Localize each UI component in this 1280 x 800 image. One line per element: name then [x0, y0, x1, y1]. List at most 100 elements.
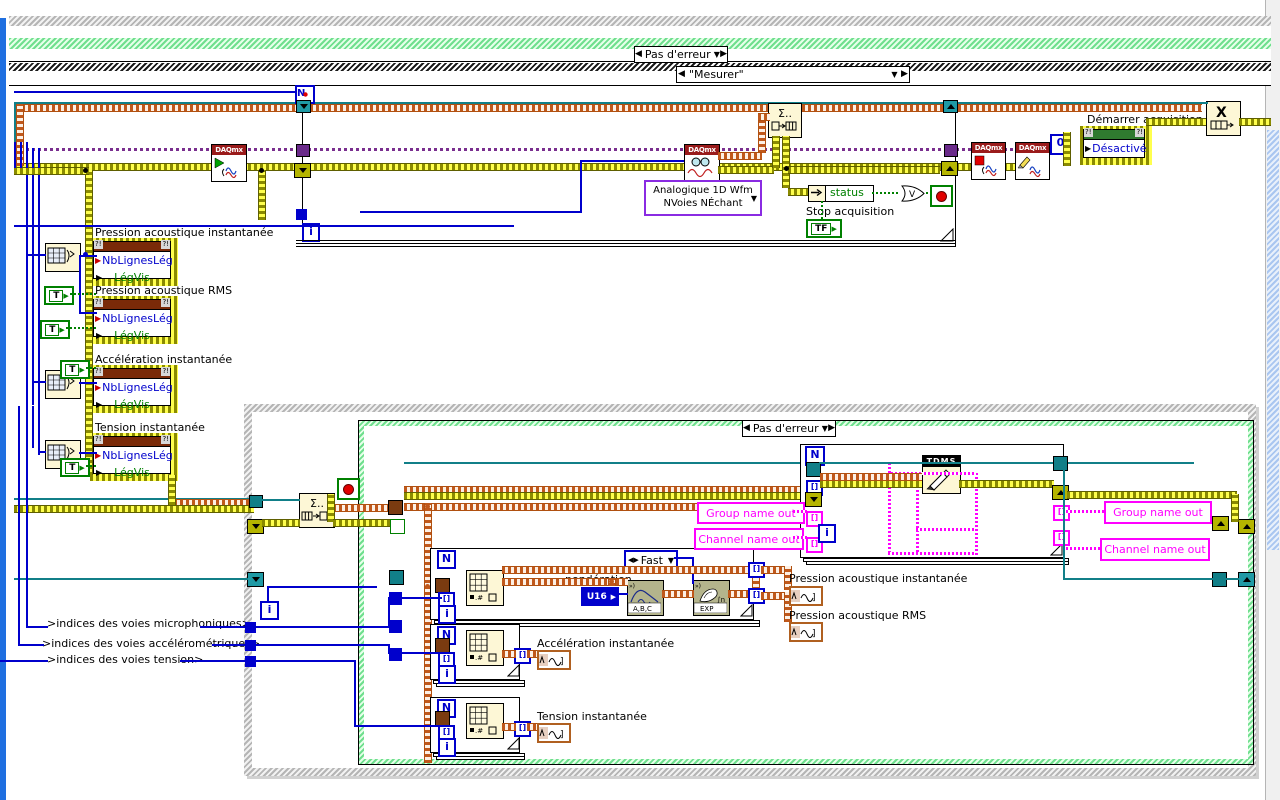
left-scroll-thumb[interactable] [0, 18, 6, 800]
tension-indicator[interactable]: ] [537, 723, 571, 743]
group-name-out-indicator-inner[interactable]: Group name out [697, 502, 805, 524]
for-loop-iteration-i-3[interactable]: i [438, 738, 456, 757]
or-gate-node[interactable]: V [900, 185, 926, 202]
tunnel-indices-tension[interactable] [245, 656, 256, 667]
case-selector-logging-error[interactable]: ◀ Pas d'erreur ▼ ▶ [742, 420, 836, 437]
property-row-nblignesleg[interactable]: ▶ NbLignesLég [94, 310, 173, 327]
for-loop-tunnel-in-2[interactable] [435, 638, 450, 653]
exponential-averaging-node[interactable]: ») ∫n EXP [693, 580, 730, 616]
selector-next-arrow[interactable]: ▶ [900, 68, 909, 81]
chevron-right-icon[interactable]: ▶ [59, 326, 64, 334]
tunnel-indices-accel[interactable] [245, 640, 256, 651]
shift-register-error-right[interactable] [941, 161, 958, 176]
block-diagram-canvas[interactable]: ◀ Pas d'erreur ▼ ▶ ◀ "Mesurer" ▼ ▶ N i D… [0, 0, 1280, 800]
tdms-loop-tunnel-ref[interactable] [806, 462, 821, 477]
index-array-node-2[interactable]: .# [466, 630, 504, 666]
stop-button-control[interactable] [930, 185, 953, 207]
enqueue-element-node[interactable]: Σ.. [768, 103, 802, 138]
polymorphic-vi-selector[interactable]: Analogique 1D Wfm NVoies NÉchant ▼ [644, 180, 762, 216]
stop-acquisition-boolean-constant[interactable]: TF ▶ [806, 219, 842, 238]
left-scroll-strip[interactable] [0, 0, 9, 800]
chevron-right-icon[interactable]: ▶ [831, 225, 836, 233]
selector-prev-arrow[interactable]: ◀ [677, 68, 686, 81]
tunnel-ref-bottom-left2[interactable] [247, 572, 264, 587]
true-constant-2[interactable]: T ▶ [40, 320, 70, 339]
error-indicator-dequeue[interactable] [337, 478, 360, 500]
shift-register-error-left[interactable] [294, 163, 311, 178]
for-loop-iteration-i-2[interactable]: i [438, 665, 456, 684]
index-array-node-1[interactable]: .# [466, 570, 504, 606]
true-constant-3[interactable]: T ▶ [60, 360, 90, 379]
bottom-iteration-terminal-i[interactable]: i [260, 601, 279, 620]
tunnel-err-grey-right[interactable] [1238, 519, 1255, 534]
chevron-down-icon[interactable]: ▼ [751, 192, 757, 206]
tunnel-ref-grey-right[interactable] [1238, 572, 1255, 587]
daqmx-start-task-node[interactable]: DAQmx [211, 144, 247, 182]
property-row-legvis[interactable]: ▶ LégVis [94, 396, 170, 413]
property-node-tension[interactable]: ▶ NbLignesLég ▶ LégVis [93, 435, 173, 479]
chevron-right-icon[interactable]: ▶ [63, 292, 68, 300]
vertical-scrollbar-thumb[interactable] [1267, 130, 1279, 550]
for-loop-iteration-i-1[interactable]: i [438, 605, 456, 624]
tdms-loop-shift-err-left[interactable] [805, 492, 822, 507]
release-queue-node[interactable]: X [1206, 101, 1241, 136]
tunnel-int-green-left2[interactable] [389, 620, 402, 633]
for-loop-tunnel-in-3[interactable] [435, 711, 450, 726]
wire-err-inner-left [262, 519, 300, 527]
true-constant-1[interactable]: T ▶ [44, 286, 74, 305]
chevron-right-icon[interactable]: ▶ [79, 366, 84, 374]
tunnel-err-green-left[interactable] [390, 519, 405, 534]
acceleration-indicator[interactable]: ] [537, 650, 571, 670]
pression-rms-indicator[interactable]: ] [789, 622, 823, 642]
selector-next-arrow[interactable]: ▶ [828, 422, 835, 435]
channel-name-out-indicator-outer[interactable]: Channel name out [1100, 538, 1210, 561]
tunnel-err-green-right[interactable] [1212, 516, 1229, 531]
tdms-loop-tunnel-str-out1[interactable]: [] [1053, 505, 1070, 521]
tunnel-int-left[interactable] [296, 209, 307, 220]
tunnel-indices-micro[interactable] [245, 622, 256, 633]
channel-name-out-indicator-inner[interactable]: Channel name out [694, 528, 804, 550]
sound-level-weighting-node[interactable]: ») A,B,C [627, 580, 664, 616]
for-loop-count-N-1[interactable]: N [437, 550, 456, 569]
true-constant-4[interactable]: T ▶ [60, 458, 90, 477]
selector-prev-arrow[interactable]: ◀ [635, 48, 642, 61]
daqmx-stop-task-node[interactable]: DAQmx [971, 142, 1006, 180]
tunnel-ref-green-left[interactable] [389, 570, 404, 585]
demarrer-acquisition-property-node[interactable]: ▶ Désactivé [1083, 128, 1147, 158]
tdms-loop-iteration-i[interactable]: i [818, 524, 836, 543]
selector-next-arrow[interactable]: ▶ [720, 48, 727, 61]
property-row-nblignesleg[interactable]: ▶ NbLignesLég [94, 447, 173, 464]
daqmx-read-node[interactable]: DAQmx [684, 144, 720, 182]
tdms-loop-tunnel-ref-right[interactable] [1053, 456, 1068, 471]
u16-enum-constant[interactable]: U16 ▶ [581, 587, 619, 606]
daqmx-clear-task-node[interactable]: DAQmx [1015, 142, 1050, 180]
index-array-node-3[interactable]: .# [466, 703, 504, 739]
svg-text:]: ] [560, 730, 564, 739]
shift-register-refnum-left[interactable] [296, 100, 311, 113]
tunnel-dyn-green-left[interactable] [388, 500, 403, 515]
left-right-arrows-icon[interactable]: ◀▶ [626, 556, 639, 564]
tdms-loop-tunnel-str-out2[interactable]: [] [1053, 530, 1070, 546]
case-selector-event-mesurer[interactable]: ◀ "Mesurer" ▼ ▶ [676, 66, 910, 83]
group-name-out-indicator-outer[interactable]: Group name out [1104, 501, 1212, 524]
property-row-legvis[interactable]: ▶ LégVis [94, 327, 170, 344]
property-row-nblignesleg[interactable]: ▶ NbLignesLég [94, 379, 173, 396]
array-size-node-1[interactable] [45, 243, 81, 272]
pression-instantanee-indicator[interactable]: ] [789, 586, 823, 606]
shift-register-refnum-right[interactable] [943, 100, 958, 113]
property-node-acceleration[interactable]: ▶ NbLignesLég ▶ LégVis [93, 367, 173, 411]
property-row-disabled[interactable]: ▶ Désactivé [1084, 140, 1147, 157]
tunnel-int-green-left3[interactable] [389, 648, 402, 661]
chevron-down-icon[interactable]: ▼ [889, 70, 900, 79]
chevron-right-icon[interactable]: ▶ [79, 464, 84, 472]
for-loop-tunnel-in-1[interactable] [435, 578, 450, 593]
tunnel-ref-bottom-left[interactable] [249, 495, 263, 508]
property-node-pression-rms[interactable]: ▶ NbLignesLég ▶ LégVis [93, 298, 173, 342]
tunnel-task-right[interactable] [944, 144, 958, 157]
selector-prev-arrow[interactable]: ◀ [743, 422, 750, 435]
property-row-nblignesleg[interactable]: ▶ NbLignesLég [94, 252, 173, 269]
tunnel-task-left[interactable] [296, 144, 310, 157]
property-node-pression-instantanee[interactable]: ▶ NbLignesLég ▶ LégVis [93, 240, 173, 284]
case-selector-error-top[interactable]: ◀ Pas d'erreur ▼ ▶ [634, 46, 728, 63]
property-row-legvis[interactable]: ▶ LégVis [94, 464, 170, 481]
